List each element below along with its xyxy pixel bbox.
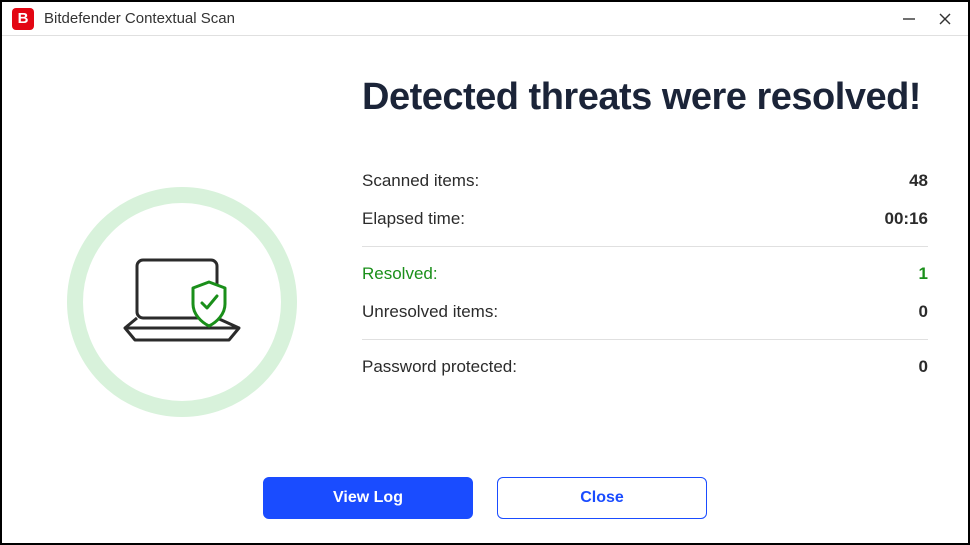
elapsed-value: 00:16 [885,209,928,229]
divider [362,246,928,247]
titlebar: B Bitdefender Contextual Scan [2,2,968,36]
window-controls [902,12,960,26]
unresolved-value: 0 [919,302,928,322]
app-logo-letter: B [18,10,29,27]
window-title: Bitdefender Contextual Scan [44,10,902,27]
stat-row-elapsed: Elapsed time: 00:16 [362,200,928,238]
password-value: 0 [919,357,928,377]
close-button[interactable]: Close [497,477,707,519]
divider [362,339,928,340]
stat-row-scanned: Scanned items: 48 [362,162,928,200]
app-logo-icon: B [12,8,34,30]
footer-buttons: View Log Close [2,477,968,543]
stat-row-unresolved: Unresolved items: 0 [362,293,928,331]
stat-row-password: Password protected: 0 [362,348,928,386]
elapsed-label: Elapsed time: [362,209,465,229]
resolved-label: Resolved: [362,264,438,284]
status-graphic-column [42,76,322,477]
laptop-shield-icon [117,252,247,352]
unresolved-label: Unresolved items: [362,302,498,322]
minimize-button[interactable] [902,12,916,26]
scanned-value: 48 [909,171,928,191]
results-column: Detected threats were resolved! Scanned … [322,76,928,477]
stats-list: Scanned items: 48 Elapsed time: 00:16 Re… [362,162,928,386]
view-log-button[interactable]: View Log [263,477,473,519]
content-area: Detected threats were resolved! Scanned … [2,36,968,477]
stat-row-resolved: Resolved: 1 [362,255,928,293]
app-window: B Bitdefender Contextual Scan [0,0,970,545]
scanned-label: Scanned items: [362,171,479,191]
resolved-value: 1 [919,264,928,284]
password-label: Password protected: [362,357,517,377]
close-icon [938,12,952,26]
minimize-icon [902,12,916,26]
close-window-button[interactable] [938,12,952,26]
status-circle [67,187,297,417]
headline: Detected threats were resolved! [362,76,928,120]
